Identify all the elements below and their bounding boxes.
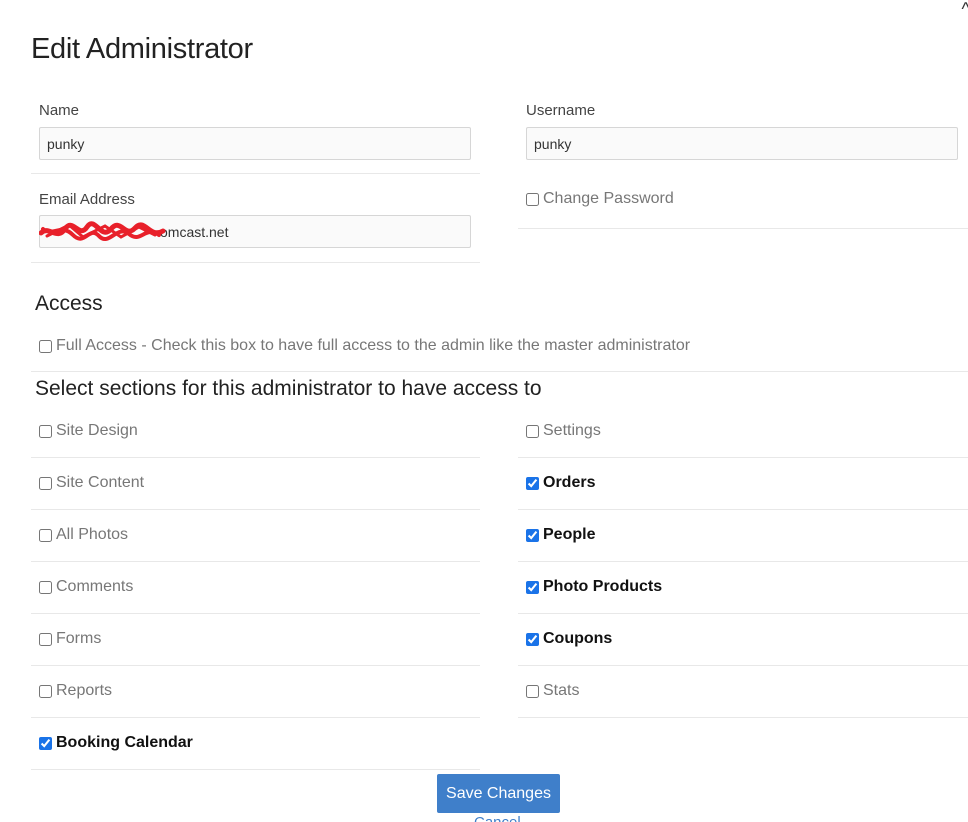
divider <box>31 371 968 372</box>
divider <box>518 665 968 666</box>
divider <box>518 457 968 458</box>
divider <box>31 717 480 718</box>
section-photo-products[interactable]: Photo Products <box>526 578 662 596</box>
section-site-content[interactable]: Site Content <box>39 474 144 492</box>
all-photos-checkbox[interactable] <box>39 528 52 542</box>
photo-products-checkbox[interactable] <box>526 580 539 594</box>
section-label: People <box>543 526 596 543</box>
comments-checkbox[interactable] <box>39 580 52 594</box>
cancel-link[interactable]: Cancel <box>474 814 521 822</box>
divider <box>518 228 968 229</box>
email-input[interactable] <box>39 215 471 248</box>
email-label: Email Address <box>39 191 135 208</box>
change-password-toggle[interactable]: Change Password <box>526 190 674 208</box>
username-input[interactable] <box>526 127 958 160</box>
site-content-checkbox[interactable] <box>39 476 52 490</box>
site-design-checkbox[interactable] <box>39 424 52 438</box>
people-checkbox[interactable] <box>526 528 539 542</box>
settings-checkbox[interactable] <box>526 424 539 438</box>
divider <box>31 457 480 458</box>
section-booking-calendar[interactable]: Booking Calendar <box>39 734 193 752</box>
section-coupons[interactable]: Coupons <box>526 630 612 648</box>
section-all-photos[interactable]: All Photos <box>39 526 128 544</box>
divider <box>31 665 480 666</box>
section-label: Settings <box>543 422 601 439</box>
edit-administrator-modal: ^ Edit Administrator Name Username Email… <box>0 0 968 822</box>
save-changes-button[interactable]: Save Changes <box>437 774 560 813</box>
close-icon[interactable]: ^ <box>962 0 968 18</box>
section-label: Reports <box>56 682 113 699</box>
divider <box>518 561 968 562</box>
modal-title: Edit Administrator <box>31 33 253 65</box>
section-comments[interactable]: Comments <box>39 578 133 596</box>
username-label: Username <box>526 102 596 119</box>
forms-checkbox[interactable] <box>39 632 52 646</box>
section-label: Comments <box>56 578 134 595</box>
full-access-label: Full Access - Check this box to have ful… <box>56 337 691 354</box>
change-password-checkbox[interactable] <box>526 192 539 206</box>
stats-checkbox[interactable] <box>526 684 539 698</box>
divider <box>31 769 480 770</box>
divider <box>518 717 968 718</box>
divider <box>518 509 968 510</box>
divider <box>31 613 480 614</box>
divider <box>31 262 480 263</box>
divider <box>31 509 480 510</box>
divider <box>518 613 968 614</box>
divider <box>31 173 480 174</box>
section-label: Stats <box>543 682 580 699</box>
divider <box>31 561 480 562</box>
section-people[interactable]: People <box>526 526 595 544</box>
section-label: Site Design <box>56 422 138 439</box>
email-field-wrapper <box>39 215 471 248</box>
section-reports[interactable]: Reports <box>39 682 112 700</box>
full-access-toggle[interactable]: Full Access - Check this box to have ful… <box>39 337 690 355</box>
change-password-label: Change Password <box>543 190 674 207</box>
section-label: Booking Calendar <box>56 734 193 751</box>
booking-calendar-checkbox[interactable] <box>39 736 52 750</box>
orders-checkbox[interactable] <box>526 476 539 490</box>
coupons-checkbox[interactable] <box>526 632 539 646</box>
full-access-checkbox[interactable] <box>39 339 52 353</box>
access-heading: Access <box>35 292 103 315</box>
section-orders[interactable]: Orders <box>526 474 595 492</box>
section-label: Orders <box>543 474 596 491</box>
section-label: Coupons <box>543 630 613 647</box>
name-input[interactable] <box>39 127 471 160</box>
sections-heading: Select sections for this administrator t… <box>35 377 542 400</box>
section-settings[interactable]: Settings <box>526 422 601 440</box>
section-stats[interactable]: Stats <box>526 682 579 700</box>
section-site-design[interactable]: Site Design <box>39 422 138 440</box>
name-label: Name <box>39 102 80 119</box>
section-label: All Photos <box>56 526 129 543</box>
section-label: Photo Products <box>543 578 663 595</box>
section-label: Forms <box>56 630 102 647</box>
section-label: Site Content <box>56 474 145 491</box>
reports-checkbox[interactable] <box>39 684 52 698</box>
section-forms[interactable]: Forms <box>39 630 101 648</box>
